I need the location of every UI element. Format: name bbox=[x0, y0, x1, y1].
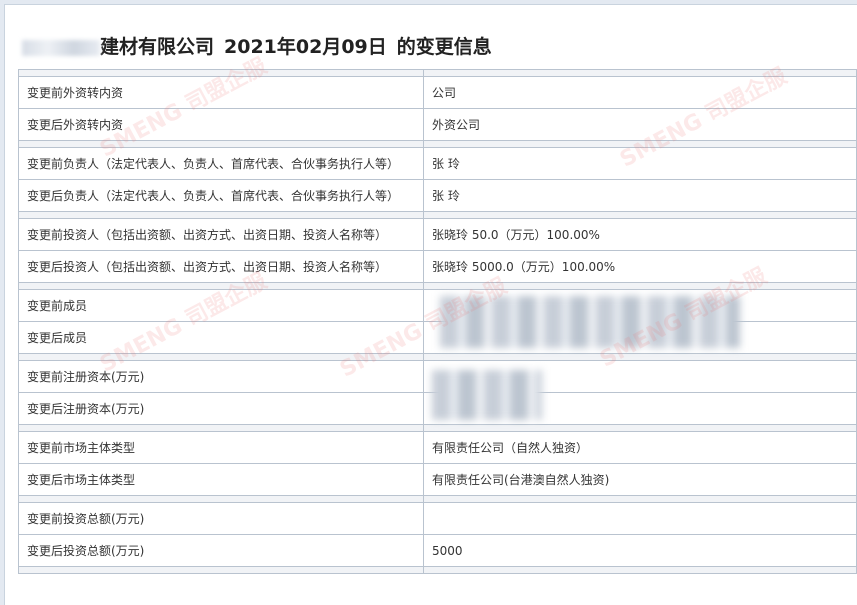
row-value: 公司 bbox=[423, 76, 857, 109]
row-label: 变更后外资转内资 bbox=[18, 108, 424, 141]
row-value: 张晓玲 5000.0（万元）100.00% bbox=[423, 250, 857, 283]
section-separator bbox=[18, 566, 857, 574]
section-separator bbox=[18, 495, 857, 503]
table-row: 变更前投资总额(万元) bbox=[18, 502, 857, 535]
row-value: 张 玲 bbox=[423, 179, 857, 212]
table-row: 变更后投资人（包括出资额、出资方式、出资日期、投资人名称等） 张晓玲 5000.… bbox=[18, 250, 857, 283]
redacted-members bbox=[440, 296, 740, 348]
row-value: 5000 bbox=[423, 534, 857, 567]
row-label: 变更后成员 bbox=[18, 321, 424, 354]
row-label: 变更后市场主体类型 bbox=[18, 463, 424, 496]
table-row: 变更前外资转内资 公司 bbox=[18, 76, 857, 109]
title-suffix: 的变更信息 bbox=[396, 36, 492, 58]
title-date: 2021年02月09日 bbox=[224, 36, 387, 58]
table-row: 变更前负责人（法定代表人、负责人、首席代表、合伙事务执行人等） 张 玲 bbox=[18, 147, 857, 180]
section-separator bbox=[18, 69, 857, 77]
section-separator bbox=[18, 211, 857, 219]
row-value: 有限责任公司（自然人独资） bbox=[423, 431, 857, 464]
table-row: 变更后市场主体类型 有限责任公司(台港澳自然人独资) bbox=[18, 463, 857, 496]
row-label: 变更后负责人（法定代表人、负责人、首席代表、合伙事务执行人等） bbox=[18, 179, 424, 212]
section-separator bbox=[18, 424, 857, 432]
title-company: 建材有限公司 bbox=[100, 36, 215, 58]
table-row: 变更后投资总额(万元) 5000 bbox=[18, 534, 857, 567]
page-title: 建材有限公司 2021年02月09日 的变更信息 bbox=[22, 30, 492, 64]
row-label: 变更后注册资本(万元) bbox=[18, 392, 424, 425]
section-separator bbox=[18, 282, 857, 290]
row-label: 变更后投资总额(万元) bbox=[18, 534, 424, 567]
row-label: 变更前注册资本(万元) bbox=[18, 360, 424, 393]
redacted-company-prefix bbox=[22, 39, 100, 56]
row-label: 变更前投资总额(万元) bbox=[18, 502, 424, 535]
table-row: 变更后外资转内资 外资公司 bbox=[18, 108, 857, 141]
table-row: 变更后负责人（法定代表人、负责人、首席代表、合伙事务执行人等） 张 玲 bbox=[18, 179, 857, 212]
row-label: 变更前市场主体类型 bbox=[18, 431, 424, 464]
row-value: 外资公司 bbox=[423, 108, 857, 141]
redacted-capital bbox=[432, 370, 542, 420]
row-value: 张晓玲 50.0（万元）100.00% bbox=[423, 218, 857, 251]
row-label: 变更后投资人（包括出资额、出资方式、出资日期、投资人名称等） bbox=[18, 250, 424, 283]
row-label: 变更前负责人（法定代表人、负责人、首席代表、合伙事务执行人等） bbox=[18, 147, 424, 180]
row-label: 变更前投资人（包括出资额、出资方式、出资日期、投资人名称等） bbox=[18, 218, 424, 251]
row-value: 张 玲 bbox=[423, 147, 857, 180]
row-value bbox=[423, 502, 857, 535]
table-row: 变更前投资人（包括出资额、出资方式、出资日期、投资人名称等） 张晓玲 50.0（… bbox=[18, 218, 857, 251]
table-row: 变更前市场主体类型 有限责任公司（自然人独资） bbox=[18, 431, 857, 464]
row-label: 变更前成员 bbox=[18, 289, 424, 322]
row-value: 有限责任公司(台港澳自然人独资) bbox=[423, 463, 857, 496]
section-separator bbox=[18, 353, 857, 361]
row-label: 变更前外资转内资 bbox=[18, 76, 424, 109]
section-separator bbox=[18, 140, 857, 148]
